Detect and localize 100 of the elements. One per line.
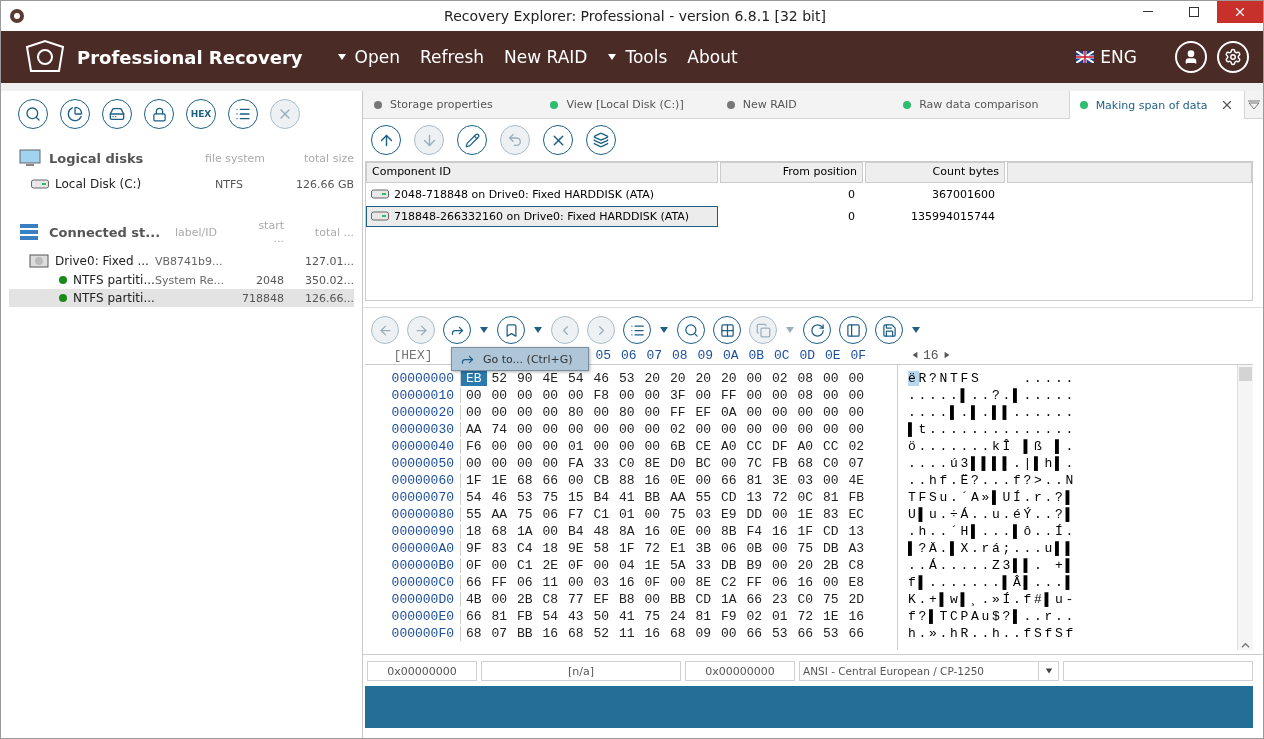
grid-button[interactable] bbox=[713, 316, 741, 344]
hex-byte: 9E bbox=[566, 541, 585, 556]
goto-button[interactable] bbox=[443, 316, 471, 344]
partition-name[interactable]: NTFS partiti... bbox=[73, 273, 155, 287]
menu-item[interactable]: Refresh bbox=[409, 47, 495, 67]
edit-button[interactable] bbox=[457, 125, 487, 155]
hex-byte: 16 bbox=[847, 609, 866, 624]
scroll-thumb[interactable] bbox=[1239, 367, 1252, 381]
up-button[interactable] bbox=[371, 125, 401, 155]
caret-icon[interactable] bbox=[911, 325, 921, 335]
hex-byte: DB bbox=[719, 558, 738, 573]
partition-name[interactable]: NTFS partiti... bbox=[73, 291, 155, 305]
save-button[interactable] bbox=[875, 316, 903, 344]
status-field: [n/a] bbox=[481, 661, 681, 681]
hex-byte: 00 bbox=[770, 507, 789, 522]
search-button[interactable] bbox=[677, 316, 705, 344]
bookmark-button[interactable] bbox=[497, 316, 525, 344]
caret-icon[interactable] bbox=[479, 325, 489, 335]
language-button[interactable]: ENG bbox=[1070, 46, 1143, 68]
ascii-text: ..hf.Ë?...f?>..N bbox=[908, 473, 1077, 488]
hex-byte: 81 bbox=[821, 490, 840, 505]
hex-byte: 83 bbox=[490, 541, 509, 556]
chart-button[interactable] bbox=[60, 99, 90, 129]
tab[interactable]: Storage properties bbox=[363, 91, 540, 118]
selected-byte[interactable]: EB bbox=[461, 371, 487, 386]
column-header[interactable]: Component ID bbox=[366, 162, 718, 183]
encoding-select[interactable]: ANSI - Central European / CP-1250 bbox=[799, 661, 1059, 681]
list-icon bbox=[235, 106, 251, 122]
hex-byte: 00 bbox=[541, 439, 560, 454]
hex-byte: 00 bbox=[541, 405, 560, 420]
hex-byte: 20 bbox=[694, 371, 713, 386]
goto-menu-item[interactable]: Go to... (Ctrl+G) bbox=[451, 347, 589, 371]
layers-button[interactable] bbox=[586, 125, 616, 155]
remove-button[interactable] bbox=[543, 125, 573, 155]
tab[interactable]: New RAID bbox=[715, 91, 893, 118]
list-button[interactable] bbox=[228, 99, 258, 129]
menu-item[interactable]: Open bbox=[326, 47, 410, 67]
drives-button[interactable] bbox=[102, 99, 132, 129]
hex-byte: CE bbox=[694, 439, 713, 454]
caret-icon[interactable] bbox=[533, 325, 543, 335]
hex-byte: 53 bbox=[515, 490, 534, 505]
hex-byte: 00 bbox=[796, 422, 815, 437]
start-sector: 2048 bbox=[255, 273, 284, 287]
hex-byte: 02 bbox=[668, 422, 687, 437]
server-icon bbox=[19, 223, 41, 241]
hex-byte: 00 bbox=[592, 422, 611, 437]
hex-byte: 1E bbox=[796, 507, 815, 522]
panel-button[interactable] bbox=[839, 316, 867, 344]
ascii-text: TFSu.´A»▌UÍ.r.?▌ bbox=[908, 490, 1077, 505]
hex-byte: 00 bbox=[515, 456, 534, 471]
hex-byte: 80 bbox=[566, 405, 585, 420]
list-button[interactable] bbox=[623, 316, 651, 344]
lock-button[interactable] bbox=[144, 99, 174, 129]
hex-byte: 00 bbox=[694, 422, 713, 437]
column-header: 08 bbox=[670, 347, 689, 363]
hex-byte: 00 bbox=[847, 371, 866, 386]
hex-byte: 20 bbox=[796, 558, 815, 573]
hex-byte: 00 bbox=[464, 388, 483, 403]
scrollbar[interactable] bbox=[1237, 365, 1253, 650]
refresh-button[interactable] bbox=[803, 316, 831, 344]
tab[interactable]: View [Local Disk (C:)] bbox=[539, 91, 716, 118]
tab[interactable]: Making span of data bbox=[1068, 91, 1246, 119]
caret-icon[interactable] bbox=[336, 52, 347, 62]
hex-byte: F7 bbox=[566, 507, 585, 522]
selected-char[interactable]: ë bbox=[908, 371, 919, 386]
account-button[interactable] bbox=[1175, 41, 1207, 73]
count-bytes: 135994015744 bbox=[910, 209, 996, 223]
decrease-icon[interactable] bbox=[911, 351, 919, 359]
hex-byte: C1 bbox=[515, 558, 534, 573]
increase-icon[interactable] bbox=[942, 351, 951, 359]
hex-byte: BB bbox=[643, 490, 662, 505]
tab[interactable]: Raw data comparison bbox=[892, 91, 1069, 118]
hex-byte: 16 bbox=[643, 473, 662, 488]
hex-byte: C0 bbox=[617, 456, 636, 471]
column-header: total size bbox=[303, 151, 354, 165]
hex-button[interactable]: HEX bbox=[186, 99, 216, 129]
hex-byte: 66 bbox=[719, 473, 738, 488]
drive-label: VB8741b9... bbox=[155, 254, 224, 268]
scan-icon bbox=[25, 106, 41, 122]
scroll-up-icon[interactable] bbox=[1241, 641, 1250, 650]
scan-button[interactable] bbox=[18, 99, 48, 129]
menu-item[interactable]: New RAID bbox=[494, 47, 598, 67]
hex-byte: 75 bbox=[821, 592, 840, 607]
menu-item[interactable]: Tools bbox=[597, 47, 678, 67]
column-header[interactable]: Count bytes bbox=[865, 162, 1005, 183]
menu-item[interactable]: About bbox=[677, 47, 748, 67]
component-row[interactable]: 718848-266332160 on Drive0: Fixed HARDDISK (ATA) bbox=[366, 205, 718, 227]
hex-byte: 5A bbox=[668, 558, 687, 573]
settings-button[interactable] bbox=[1217, 41, 1249, 73]
hex-byte: 04 bbox=[617, 558, 636, 573]
hex-byte: 00 bbox=[694, 388, 713, 403]
disk-name[interactable]: Local Disk (C:) bbox=[55, 177, 205, 191]
caret-icon[interactable] bbox=[659, 325, 669, 335]
drive-name[interactable]: Drive0: Fixed ... bbox=[55, 254, 155, 268]
column-header: 07 bbox=[645, 347, 664, 363]
hex-byte: 00 bbox=[490, 558, 509, 573]
caret-icon[interactable] bbox=[1044, 667, 1053, 675]
column-header[interactable]: From position bbox=[720, 162, 863, 183]
caret-icon[interactable] bbox=[607, 52, 618, 62]
component-row[interactable]: 2048-718848 on Drive0: Fixed HARDDISK (ATA) bbox=[366, 183, 718, 205]
